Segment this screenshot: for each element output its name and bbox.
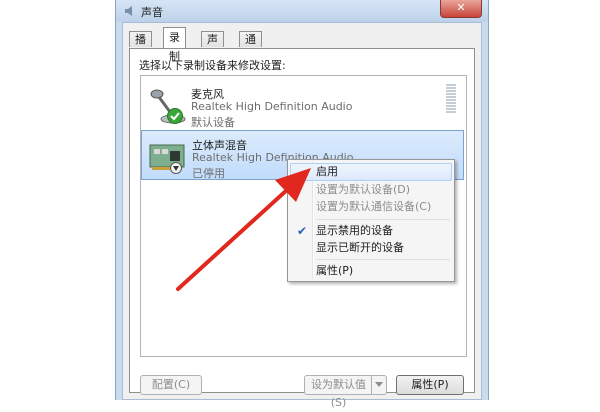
device-status: 默认设备	[191, 116, 235, 129]
title-bar: 声音 ✕	[116, 0, 488, 22]
menu-item-label: 设置为默认通信设备(C)	[316, 200, 432, 213]
menu-item-label: 显示已断开的设备	[316, 241, 404, 254]
menu-item-label: 显示禁用的设备	[316, 224, 393, 237]
checkmark-icon: ✔	[297, 224, 308, 238]
default-check-icon	[167, 108, 183, 124]
menu-item-label: 属性(P)	[316, 264, 354, 277]
menu-item-properties[interactable]: 属性(P)	[290, 262, 452, 280]
chevron-down-icon	[375, 382, 383, 387]
menu-item-set-default[interactable]: 设置为默认设备(D)	[290, 181, 452, 199]
speaker-icon	[125, 6, 132, 16]
close-icon: ✕	[456, 1, 466, 14]
menu-item-set-default-communication[interactable]: 设置为默认通信设备(C)	[290, 198, 452, 216]
device-driver: Realtek High Definition Audio	[191, 100, 353, 113]
menu-separator	[316, 219, 450, 220]
tab-communications[interactable]: 通信	[239, 31, 262, 62]
disabled-arrow-icon	[170, 162, 182, 174]
set-default-button[interactable]: 设为默认值(S)	[304, 375, 387, 409]
menu-item-show-disabled[interactable]: ✔ 显示禁用的设备	[290, 222, 452, 240]
menu-item-label: 设置为默认设备(D)	[316, 183, 411, 196]
properties-button[interactable]: 属性(P)	[396, 375, 464, 395]
menu-item-show-disconnected[interactable]: 显示已断开的设备	[290, 239, 452, 257]
tab-sounds[interactable]: 声音	[201, 31, 224, 62]
menu-item-label: 启用	[316, 165, 338, 178]
sound-card-icon	[149, 144, 185, 170]
set-default-label: 设为默认值(S)	[311, 378, 366, 409]
level-meter	[446, 84, 456, 114]
menu-item-enable[interactable]: 启用	[290, 163, 452, 181]
menu-separator	[316, 259, 450, 260]
device-item-microphone[interactable]: 麦克风 Realtek High Definition Audio 默认设备	[141, 80, 464, 130]
context-menu: 启用 设置为默认设备(D) 设置为默认通信设备(C) ✔ 显示禁用的设备 显示已…	[287, 159, 455, 282]
set-default-dropdown[interactable]	[371, 376, 386, 394]
instruction-text: 选择以下录制设备来修改设置:	[139, 59, 286, 72]
close-button[interactable]: ✕	[440, 0, 482, 18]
window-title: 声音	[141, 6, 163, 19]
tab-recording[interactable]: 录制	[163, 27, 186, 63]
configure-button[interactable]: 配置(C)	[140, 375, 202, 395]
tab-playback[interactable]: 播放	[129, 31, 152, 62]
device-status: 已停用	[192, 167, 225, 180]
